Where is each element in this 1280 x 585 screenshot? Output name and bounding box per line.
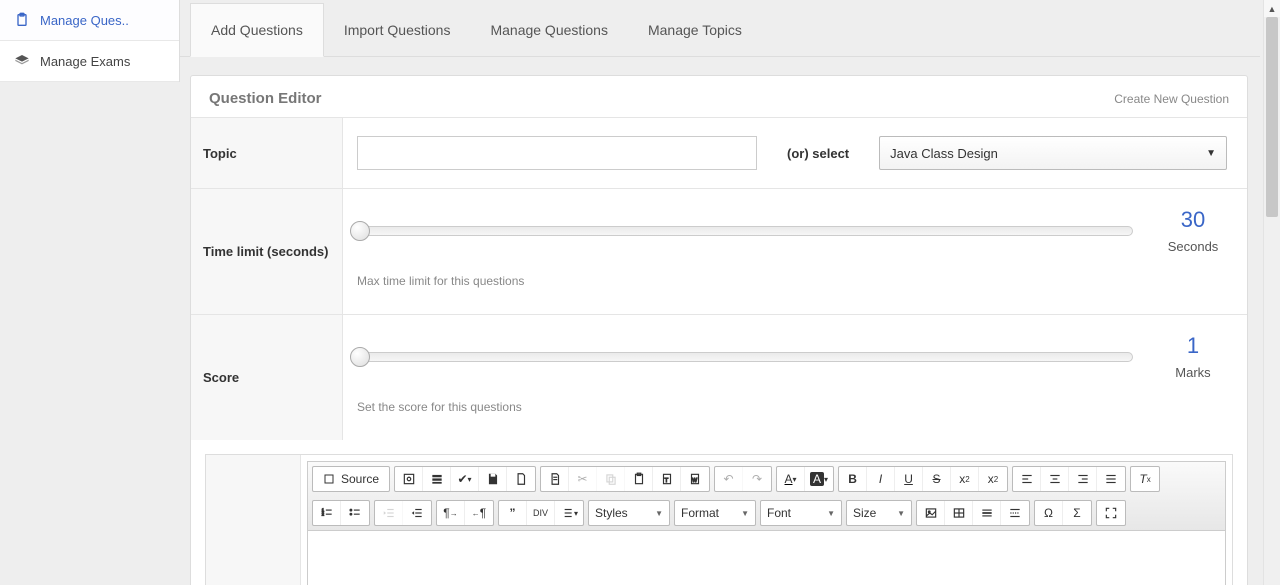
sidebar-item-label: Manage Exams	[40, 54, 130, 69]
outdent-icon[interactable]	[375, 501, 403, 525]
tab-import-questions[interactable]: Import Questions	[324, 4, 471, 56]
time-limit-hint: Max time limit for this questions	[357, 274, 1233, 288]
new-page-icon[interactable]	[507, 467, 535, 491]
clipboard-icon	[14, 12, 30, 28]
time-limit-value: 30	[1181, 207, 1205, 232]
copy-icon[interactable]	[597, 467, 625, 491]
underline-icon[interactable]: U	[895, 467, 923, 491]
rtl-icon[interactable]: ←¶	[465, 501, 493, 525]
horizontal-rule-icon[interactable]	[973, 501, 1001, 525]
svg-text:2: 2	[321, 511, 324, 516]
score-unit: Marks	[1153, 365, 1233, 380]
align-justify-icon[interactable]	[1097, 467, 1125, 491]
paste-word-icon[interactable]: W	[681, 467, 709, 491]
slider-handle-icon[interactable]	[350, 221, 370, 241]
div-icon[interactable]: DIV	[527, 501, 555, 525]
tab-manage-topics[interactable]: Manage Topics	[628, 4, 762, 56]
score-hint: Set the score for this questions	[357, 400, 1233, 414]
align-left-icon[interactable]	[1013, 467, 1041, 491]
redo-icon[interactable]: ↷	[743, 467, 771, 491]
ordered-list-icon[interactable]: 12	[313, 501, 341, 525]
sidebar: Manage Ques.. Manage Exams	[0, 0, 180, 82]
label-question: Question	[206, 455, 301, 585]
size-dropdown[interactable]: Size▼	[847, 501, 911, 525]
svg-text:W: W	[692, 478, 697, 484]
time-limit-unit: Seconds	[1153, 239, 1233, 254]
text-color-icon[interactable]: A▾	[777, 467, 805, 491]
math-icon[interactable]: Σ	[1063, 501, 1091, 525]
subscript-icon[interactable]: x2	[951, 467, 979, 491]
templates-icon[interactable]	[423, 467, 451, 491]
label-time-limit: Time limit (seconds)	[191, 189, 343, 314]
font-dropdown[interactable]: Font▼	[761, 501, 841, 525]
svg-text:T: T	[664, 478, 668, 484]
topic-select-value: Java Class Design	[890, 146, 998, 161]
or-select-text: (or) select	[787, 146, 849, 161]
styles-dropdown[interactable]: Styles▼	[589, 501, 669, 525]
preview-icon[interactable]	[395, 467, 423, 491]
sidebar-item-manage-exams[interactable]: Manage Exams	[0, 41, 179, 82]
topic-input[interactable]	[357, 136, 757, 170]
lineheight-icon[interactable]: ▾	[555, 501, 583, 525]
italic-icon[interactable]: I	[867, 467, 895, 491]
scroll-up-icon[interactable]: ▲	[1264, 0, 1280, 17]
slider-handle-icon[interactable]	[350, 347, 370, 367]
label-topic: Topic	[191, 118, 343, 188]
chevron-down-icon: ▼	[1206, 148, 1216, 159]
superscript-icon[interactable]: x2	[979, 467, 1007, 491]
format-dropdown[interactable]: Format▼	[675, 501, 755, 525]
editor-toolbar: Source ✔▾ ✂ T	[307, 461, 1226, 531]
maximize-icon[interactable]	[1097, 501, 1125, 525]
table-icon[interactable]	[945, 501, 973, 525]
cut-icon[interactable]: ✂	[569, 467, 597, 491]
special-char-icon[interactable]: Ω	[1035, 501, 1063, 525]
create-new-question-link[interactable]: Create New Question	[1114, 92, 1229, 106]
tab-manage-questions[interactable]: Manage Questions	[470, 4, 628, 56]
time-limit-slider[interactable]	[357, 226, 1133, 236]
pagebreak-icon[interactable]	[1001, 501, 1029, 525]
scrollbar[interactable]: ▲	[1263, 0, 1280, 585]
bold-icon[interactable]: B	[839, 467, 867, 491]
unordered-list-icon[interactable]	[341, 501, 369, 525]
source-button[interactable]: Source	[313, 467, 389, 491]
sidebar-item-manage-questions[interactable]: Manage Ques..	[0, 0, 179, 41]
doc-icon[interactable]	[541, 467, 569, 491]
score-slider[interactable]	[357, 352, 1133, 362]
blockquote-icon[interactable]: ”	[499, 501, 527, 525]
score-value: 1	[1187, 333, 1199, 358]
align-right-icon[interactable]	[1069, 467, 1097, 491]
align-center-icon[interactable]	[1041, 467, 1069, 491]
ltr-icon[interactable]: ¶→	[437, 501, 465, 525]
save-icon[interactable]	[479, 467, 507, 491]
paste-icon[interactable]	[625, 467, 653, 491]
question-editor-canvas[interactable]	[307, 531, 1226, 585]
indent-icon[interactable]	[403, 501, 431, 525]
undo-icon[interactable]: ↶	[715, 467, 743, 491]
strike-icon[interactable]: S	[923, 467, 951, 491]
image-icon[interactable]	[917, 501, 945, 525]
sidebar-item-label: Manage Ques..	[40, 13, 129, 28]
topic-select[interactable]: Java Class Design ▼	[879, 136, 1227, 170]
tab-add-questions[interactable]: Add Questions	[190, 3, 324, 57]
scroll-thumb[interactable]	[1266, 17, 1278, 217]
paste-text-icon[interactable]: T	[653, 467, 681, 491]
layers-icon	[14, 53, 30, 69]
spellcheck-icon[interactable]: ✔▾	[451, 467, 479, 491]
tabs: Add Questions Import Questions Manage Qu…	[180, 0, 1260, 57]
label-score: Score	[191, 315, 343, 440]
panel-title: Question Editor	[209, 90, 322, 107]
remove-format-icon[interactable]: Tx	[1131, 467, 1159, 491]
bg-color-icon[interactable]: A▾	[805, 467, 833, 491]
main-panel: Question Editor Create New Question Topi…	[190, 75, 1248, 585]
